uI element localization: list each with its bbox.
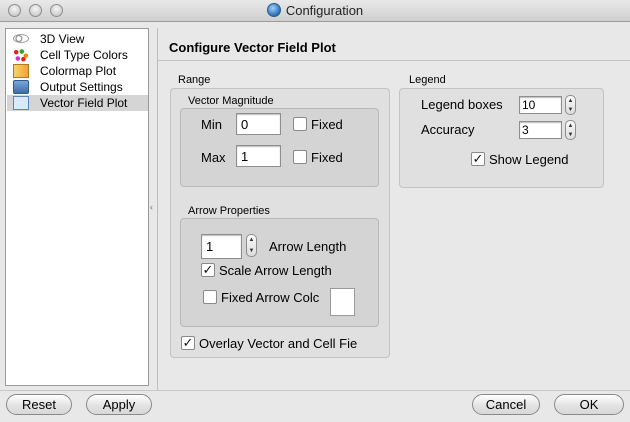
divider <box>158 60 630 61</box>
stepper-down-icon[interactable]: ▼ <box>247 247 256 255</box>
fixed-arrow-color-label: Fixed Arrow Colc <box>221 290 320 305</box>
max-input[interactable] <box>236 145 281 167</box>
title-bar: Configuration <box>0 0 630 22</box>
legend-boxes-input[interactable] <box>519 96 562 114</box>
scale-arrow-length-label: Scale Arrow Length <box>219 263 332 278</box>
max-fixed-checkbox[interactable] <box>293 150 307 164</box>
splitter[interactable] <box>157 28 158 390</box>
range-group-label: Range <box>178 74 211 86</box>
sidebar-item-label: 3D View <box>40 32 85 46</box>
legend-boxes-label: Legend boxes <box>421 97 503 112</box>
accuracy-label: Accuracy <box>421 122 475 137</box>
vector-magnitude-label: Vector Magnitude <box>188 95 274 107</box>
overlay-checkbox[interactable]: ✓ <box>181 336 195 350</box>
vector-field-icon <box>13 96 29 110</box>
min-fixed-checkbox[interactable] <box>293 117 307 131</box>
stepper-down-icon[interactable]: ▼ <box>566 131 575 139</box>
arrow-length-label: Arrow Length <box>269 239 347 254</box>
globe-icon <box>266 3 281 17</box>
overlay-label: Overlay Vector and Cell Fie <box>199 336 358 351</box>
accuracy-stepper[interactable]: ▲ ▼ <box>565 120 576 140</box>
sidebar-item-label: Colormap Plot <box>40 64 117 78</box>
accuracy-input[interactable] <box>519 121 562 139</box>
scale-arrow-length-checkbox[interactable]: ✓ <box>201 263 215 277</box>
sidebar-item-colormap-plot[interactable]: Colormap Plot <box>7 63 148 79</box>
arrow-length-stepper[interactable]: ▲ ▼ <box>246 234 257 257</box>
sidebar-item-label: Vector Field Plot <box>40 96 128 110</box>
ok-button[interactable]: OK <box>554 394 624 415</box>
window-title-wrap: Configuration <box>0 3 630 18</box>
stepper-up-icon[interactable]: ▲ <box>566 97 575 105</box>
3d-view-icon <box>13 34 29 43</box>
cell-colors-icon <box>13 48 29 62</box>
sidebar-item-vector-field-plot[interactable]: Vector Field Plot <box>7 95 148 111</box>
page-title: Configure Vector Field Plot <box>169 40 336 55</box>
cancel-button[interactable]: Cancel <box>472 394 540 415</box>
stepper-up-icon[interactable]: ▲ <box>566 122 575 130</box>
stepper-up-icon[interactable]: ▲ <box>247 236 256 244</box>
window-title: Configuration <box>285 3 364 18</box>
max-label: Max <box>201 150 226 165</box>
apply-button[interactable]: Apply <box>86 394 152 415</box>
legend-group-label: Legend <box>409 74 446 86</box>
arrow-properties-label: Arrow Properties <box>188 205 270 217</box>
sidebar: 3D View Cell Type Colors Colormap Plot O… <box>5 28 149 386</box>
max-fixed-label: Fixed <box>311 150 343 165</box>
min-fixed-label: Fixed <box>311 117 343 132</box>
output-settings-icon <box>13 80 29 94</box>
fixed-arrow-color-checkbox[interactable] <box>203 290 217 304</box>
stepper-down-icon[interactable]: ▼ <box>566 106 575 114</box>
sidebar-item-cell-type-colors[interactable]: Cell Type Colors <box>7 47 148 63</box>
arrow-length-input[interactable] <box>201 234 242 259</box>
min-label: Min <box>201 117 222 132</box>
splitter-handle-icon[interactable]: ‹ <box>150 202 153 212</box>
sidebar-item-3d-view[interactable]: 3D View <box>7 31 148 47</box>
divider <box>0 390 630 391</box>
sidebar-item-output-settings[interactable]: Output Settings <box>7 79 148 95</box>
min-input[interactable] <box>236 113 281 135</box>
arrow-color-swatch[interactable] <box>330 288 355 316</box>
sidebar-item-label: Cell Type Colors <box>40 48 128 62</box>
show-legend-label: Show Legend <box>489 152 569 167</box>
legend-boxes-stepper[interactable]: ▲ ▼ <box>565 95 576 115</box>
sidebar-item-label: Output Settings <box>40 80 123 94</box>
show-legend-checkbox[interactable]: ✓ <box>471 152 485 166</box>
reset-button[interactable]: Reset <box>6 394 72 415</box>
colormap-icon <box>13 64 29 78</box>
